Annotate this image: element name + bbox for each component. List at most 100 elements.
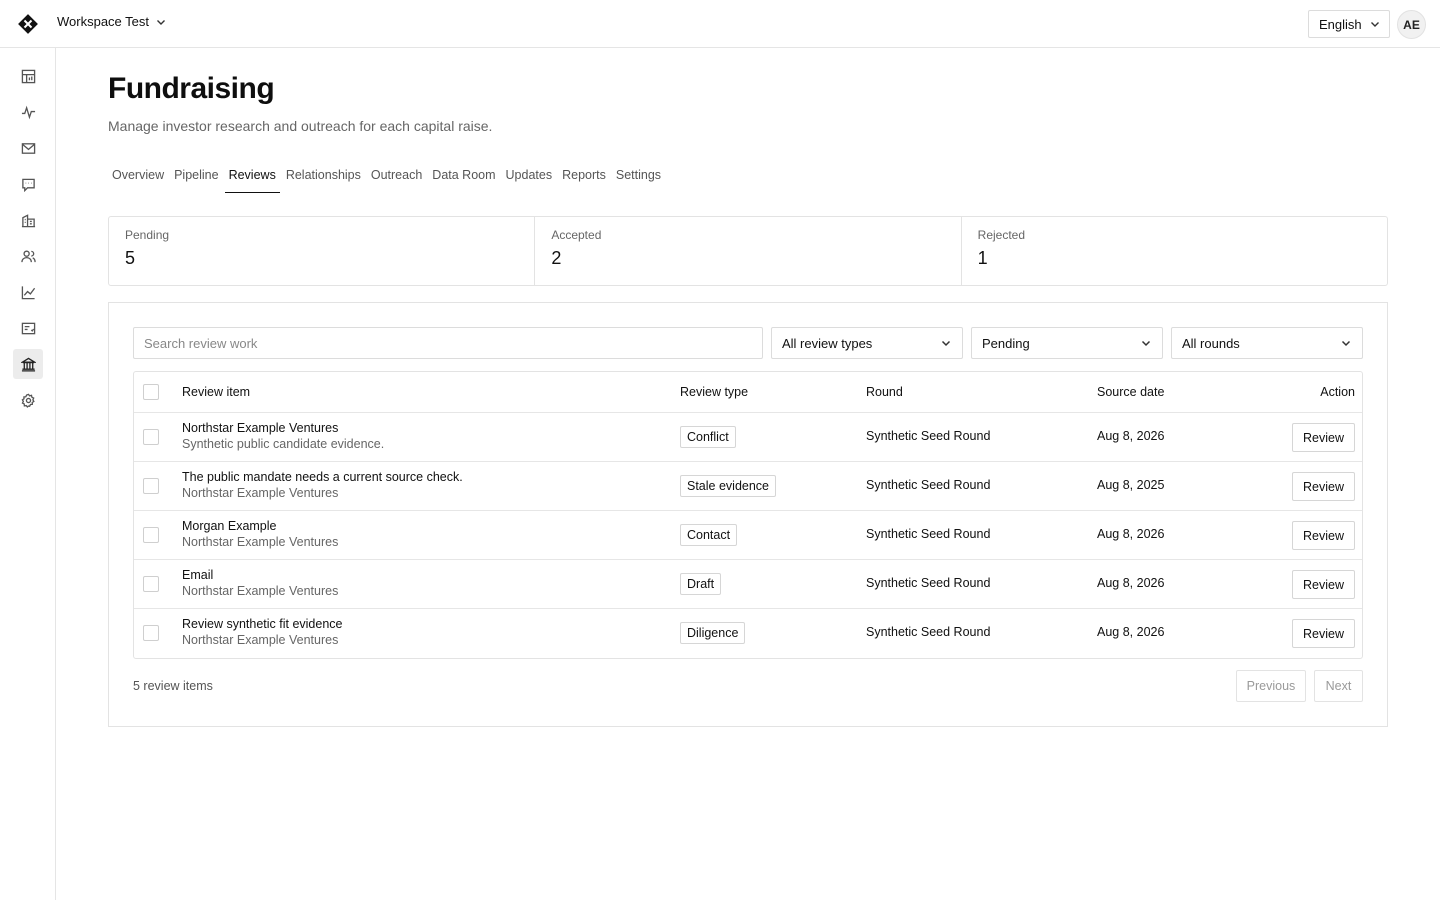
chevron-down-icon — [1141, 340, 1151, 347]
sidebar — [0, 48, 56, 900]
page-subtitle: Manage investor research and outreach fo… — [108, 118, 493, 134]
sidebar-item-companies[interactable] — [13, 205, 43, 235]
sidebar-item-people[interactable] — [13, 241, 43, 271]
source-date-cell: Aug 8, 2026 — [1097, 625, 1165, 639]
page-title: Fundraising — [108, 72, 275, 105]
tab-outreach[interactable]: Outreach — [367, 166, 426, 192]
tab-reviews[interactable]: Reviews — [224, 166, 281, 193]
sidebar-item-fundraising[interactable] — [13, 349, 43, 379]
chat-icon — [21, 178, 35, 192]
sidebar-item-dashboard[interactable] — [13, 61, 43, 91]
stats-summary: Pending 5 Accepted 2 Rejected 1 — [108, 216, 1388, 286]
review-button[interactable]: Review — [1292, 472, 1355, 501]
stat-label: Pending — [125, 228, 170, 242]
mail-icon — [21, 142, 35, 154]
app-logo-icon[interactable] — [17, 13, 39, 35]
review-item-subtitle: Northstar Example Ventures — [182, 633, 339, 647]
workspace-switcher[interactable]: Workspace Test — [57, 14, 167, 29]
header-review-item: Review item — [182, 385, 251, 399]
row-checkbox[interactable] — [143, 625, 159, 641]
language-label: English — [1319, 16, 1362, 32]
people-icon — [20, 249, 36, 262]
review-item-subtitle: Northstar Example Ventures — [182, 486, 339, 500]
review-type-badge: Stale evidence — [680, 475, 777, 497]
review-type-select[interactable]: All review types — [771, 327, 963, 359]
tab-pipeline[interactable]: Pipeline — [170, 166, 222, 192]
top-bar: Workspace Test English AE — [0, 0, 1440, 48]
table-row: Morgan Example Northstar Example Venture… — [134, 511, 1362, 560]
review-item-title: Morgan Example — [182, 519, 277, 533]
chevron-down-icon — [157, 19, 166, 25]
review-button[interactable]: Review — [1292, 570, 1355, 599]
review-type-badge: Contact — [680, 524, 738, 546]
round-cell: Synthetic Seed Round — [866, 478, 991, 492]
source-date-cell: Aug 8, 2025 — [1097, 478, 1165, 492]
status-value: Pending — [982, 335, 1030, 351]
row-checkbox[interactable] — [143, 478, 159, 494]
tab-updates[interactable]: Updates — [502, 166, 557, 192]
chevron-down-icon — [1341, 340, 1351, 347]
review-button[interactable]: Review — [1292, 619, 1355, 648]
sidebar-item-cards[interactable] — [13, 313, 43, 343]
sidebar-item-activity[interactable] — [13, 97, 43, 127]
review-item-subtitle: Northstar Example Ventures — [182, 584, 339, 598]
stat-accepted: Accepted 2 — [535, 217, 962, 285]
tab-overview[interactable]: Overview — [108, 166, 168, 192]
header-round: Round — [866, 385, 903, 399]
previous-button[interactable]: Previous — [1236, 670, 1306, 702]
status-select[interactable]: Pending — [971, 327, 1163, 359]
round-cell: Synthetic Seed Round — [866, 527, 991, 541]
row-checkbox[interactable] — [143, 429, 159, 445]
round-value: All rounds — [1182, 335, 1240, 351]
row-checkbox[interactable] — [143, 576, 159, 592]
source-date-cell: Aug 8, 2026 — [1097, 576, 1165, 590]
source-date-cell: Aug 8, 2026 — [1097, 429, 1165, 443]
review-button[interactable]: Review — [1292, 521, 1355, 550]
header-review-type: Review type — [680, 385, 749, 399]
source-date-cell: Aug 8, 2026 — [1097, 527, 1165, 541]
avatar[interactable]: AE — [1397, 10, 1426, 39]
select-all-checkbox[interactable] — [143, 384, 159, 400]
table-row: Review synthetic fit evidence Northstar … — [134, 609, 1362, 658]
review-type-badge: Conflict — [680, 426, 736, 448]
review-item-subtitle: Synthetic public candidate evidence. — [182, 437, 385, 451]
stat-rejected: Rejected 1 — [962, 217, 1387, 285]
review-item-title: Northstar Example Ventures — [182, 421, 339, 435]
review-type-badge: Diligence — [680, 622, 746, 644]
header-source-date: Source date — [1097, 385, 1165, 399]
review-item-subtitle: Northstar Example Ventures — [182, 535, 339, 549]
row-checkbox[interactable] — [143, 527, 159, 543]
stat-label: Rejected — [977, 228, 1026, 242]
activity-icon — [21, 105, 35, 119]
table-header: Review item Review type Round Source dat… — [134, 372, 1362, 413]
stat-value: 2 — [551, 248, 562, 268]
tab-relationships[interactable]: Relationships — [282, 166, 365, 192]
building-icon — [21, 213, 35, 227]
tab-reports[interactable]: Reports — [558, 166, 610, 192]
tab-data-room[interactable]: Data Room — [428, 166, 499, 192]
sidebar-item-analytics[interactable] — [13, 277, 43, 307]
sidebar-item-mail[interactable] — [13, 133, 43, 163]
sidebar-item-settings[interactable] — [13, 385, 43, 415]
review-button[interactable]: Review — [1292, 423, 1355, 452]
header-action: Action — [1320, 385, 1355, 399]
round-select[interactable]: All rounds — [1171, 327, 1363, 359]
sidebar-item-chat[interactable] — [13, 169, 43, 199]
round-cell: Synthetic Seed Round — [866, 625, 991, 639]
table-row: Email Northstar Example Ventures Draft S… — [134, 560, 1362, 609]
table-row: Northstar Example Ventures Synthetic pub… — [134, 413, 1362, 462]
language-select[interactable]: English — [1308, 10, 1390, 38]
next-button[interactable]: Next — [1314, 670, 1363, 702]
search-input[interactable] — [133, 327, 763, 359]
review-count: 5 review items — [133, 679, 213, 693]
review-item-title: Email — [182, 568, 214, 582]
review-item-title: The public mandate needs a current sourc… — [182, 470, 463, 484]
workspace-name: Workspace Test — [57, 14, 150, 29]
round-cell: Synthetic Seed Round — [866, 429, 991, 443]
card-icon — [21, 322, 35, 334]
dashboard-icon — [21, 69, 35, 83]
gear-icon — [21, 393, 35, 408]
review-table: Review item Review type Round Source dat… — [133, 371, 1363, 659]
tab-settings[interactable]: Settings — [612, 166, 665, 192]
round-cell: Synthetic Seed Round — [866, 576, 991, 590]
